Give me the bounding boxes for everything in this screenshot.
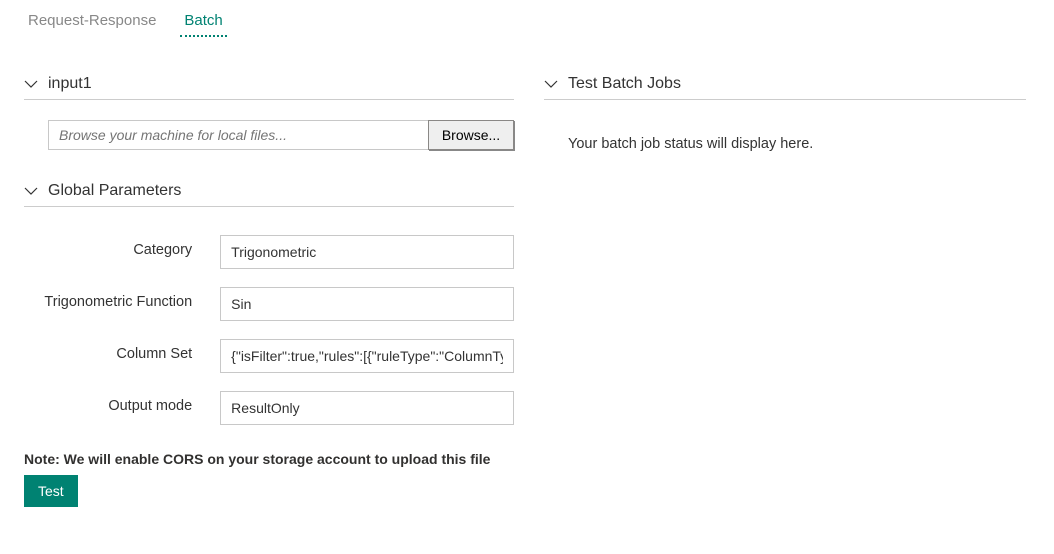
input-trig-function[interactable] [220,287,514,321]
label-column-set: Column Set [24,339,220,365]
section-title-input1: input1 [48,75,92,93]
cors-note: Note: We will enable CORS on your storag… [24,451,514,467]
browse-button[interactable]: Browse... [428,120,514,150]
tab-batch[interactable]: Batch [180,8,226,37]
tab-request-response[interactable]: Request-Response [24,8,160,37]
section-title-global-parameters: Global Parameters [48,182,181,200]
batch-status-placeholder: Your batch job status will display here. [544,120,1026,152]
input-output-mode[interactable] [220,391,514,425]
section-title-test-batch-jobs: Test Batch Jobs [568,75,681,93]
test-button[interactable]: Test [24,475,78,507]
section-header-global-parameters[interactable]: Global Parameters [24,180,514,207]
tabs-bar: Request-Response Batch [8,8,1046,37]
input-column-set[interactable] [220,339,514,373]
file-path-input[interactable] [48,120,428,150]
chevron-down-icon [24,77,38,91]
label-output-mode: Output mode [24,391,220,417]
label-category: Category [24,235,220,261]
input-category[interactable] [220,235,514,269]
chevron-down-icon [544,77,558,91]
chevron-down-icon [24,184,38,198]
file-picker-row: Browse... [48,120,514,150]
label-trig-function: Trigonometric Function [24,287,220,313]
section-header-test-batch-jobs[interactable]: Test Batch Jobs [544,73,1026,100]
section-header-input1[interactable]: input1 [24,73,514,100]
